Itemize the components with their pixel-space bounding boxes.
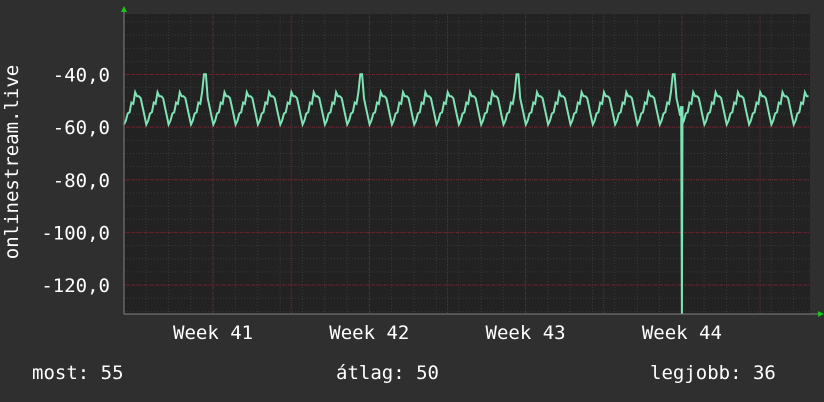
x-tick-label: Week 41 <box>173 322 253 344</box>
stat-best: legjobb: 36 <box>650 362 776 384</box>
y-axis-label: onlinestream.live <box>1 65 23 259</box>
chart: -40,0 -60,0 -80,0 -100,0 -120,0 Week 41 Week … <box>0 0 824 402</box>
y-tick-label: -120,0 <box>41 275 110 297</box>
plot-area <box>124 14 810 314</box>
x-tick-label: Week 44 <box>642 322 722 344</box>
y-tick-label: -60,0 <box>53 117 110 139</box>
x-tick-label: Week 42 <box>329 322 409 344</box>
stat-current: most: 55 <box>32 362 124 384</box>
y-tick-label: -100,0 <box>41 222 110 244</box>
y-axis-arrow <box>121 6 127 12</box>
x-axis-arrow <box>818 311 824 317</box>
x-tick-labels: Week 41 Week 42 Week 43 Week 44 <box>173 322 722 344</box>
y-tick-label: -40,0 <box>53 65 110 87</box>
chart-svg: -40,0-60,0-80,0-100,0-120,0 Week 41 Week … <box>1 6 824 344</box>
y-tick-label: -80,0 <box>53 170 110 192</box>
y-tick-labels: -40,0 -60,0 -80,0 -100,0 -120,0 <box>41 65 110 298</box>
x-tick-label: Week 43 <box>486 322 566 344</box>
stat-average: átlag: 50 <box>336 362 439 384</box>
